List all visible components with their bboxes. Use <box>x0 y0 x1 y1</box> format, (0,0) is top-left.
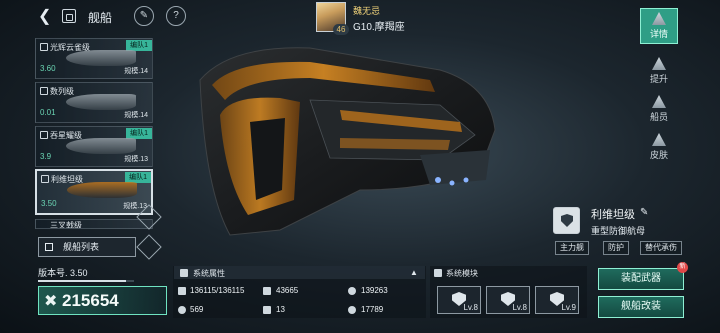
commander-name: 魏无忌 <box>353 6 381 16</box>
module-slot[interactable]: Lv.8 <box>486 286 530 314</box>
modules-icon <box>434 269 442 277</box>
version-progress-bar <box>38 280 134 282</box>
ship-card-scale: 规模.14 <box>124 68 148 75</box>
attributes-title: 系统属性 <box>193 269 225 278</box>
module-slot[interactable]: Lv.8 <box>437 286 481 314</box>
ship-thumbnail <box>66 138 136 154</box>
attribute-value: 17789 <box>361 305 384 314</box>
back-arrow-icon[interactable]: ❮ <box>38 8 58 26</box>
ship-model[interactable] <box>190 40 510 240</box>
ship-card-name: 数列级 <box>50 87 74 96</box>
question-icon[interactable]: ? <box>166 6 186 26</box>
ship-class: 重型防御航母 <box>591 226 646 236</box>
equip-weapons-button[interactable]: 装配武器 <box>598 268 684 290</box>
fleet-ship-card[interactable]: 吞星耀级 编队1 3.9 规模.13 <box>35 126 153 167</box>
commander-position: G10.摩羯座 <box>353 22 405 33</box>
tab-crew[interactable]: 船员 <box>640 92 678 128</box>
commander-level-badge: 46 <box>333 24 349 35</box>
grid-icon <box>263 306 271 314</box>
speed-icon <box>178 306 186 314</box>
combat-power-value: 215654 <box>62 291 119 310</box>
ship-type-icon <box>40 87 48 95</box>
grid-icon <box>45 243 53 251</box>
module-slot[interactable]: Lv.9 <box>535 286 579 314</box>
home-icon[interactable] <box>62 9 76 23</box>
fleet-ship-card[interactable]: 数列级 0.01 规模.14 <box>35 82 153 123</box>
tab-upgrade[interactable]: 提升 <box>640 54 678 90</box>
attribute-value: 569 <box>190 305 204 314</box>
hull-icon <box>178 287 186 295</box>
detail-icon <box>652 12 666 25</box>
ship-tag: 主力舰 <box>555 241 589 255</box>
ship-type-icon <box>41 175 49 183</box>
skin-icon <box>652 133 666 146</box>
ship-card-version: 3.60 <box>40 64 56 73</box>
ship-refit-button[interactable]: 舰船改装 <box>598 296 684 318</box>
shield-icon <box>348 287 356 295</box>
expand-icon[interactable]: ▲ <box>410 268 418 277</box>
version-label: 版本号. 3.50 <box>38 268 88 278</box>
fleet-ship-card[interactable]: 光辉云雀级 编队1 3.60 规模.14 <box>35 38 153 79</box>
fleet-compare-icon[interactable] <box>136 234 162 260</box>
attribute-value: 13 <box>276 305 285 314</box>
fleet-ship-card-selected[interactable]: 利维坦级 编队1 3.50 规模.13 <box>35 169 153 215</box>
ship-card-scale: 规模.14 <box>124 112 148 119</box>
ship-type-icon <box>40 43 48 51</box>
upgrade-icon <box>652 57 666 70</box>
fleet-ship-card[interactable]: 三叉戟级 <box>35 219 153 229</box>
ship-tag: 防护 <box>603 241 629 255</box>
tab-details[interactable]: 详情 <box>640 8 678 44</box>
crossed-swords-icon: ✖ <box>44 293 58 310</box>
attributes-icon <box>180 269 188 277</box>
attribute-value: 43665 <box>276 286 299 295</box>
ship-card-name: 三叉戟级 <box>50 221 82 229</box>
ship-card-version: 3.9 <box>40 152 52 161</box>
attribute-value: 136115/136115 <box>190 286 245 295</box>
attribute-value: 139263 <box>361 286 388 295</box>
modules-title: 系统模块 <box>446 269 478 278</box>
ship-thumbnail <box>67 182 137 198</box>
pencil-icon[interactable]: ✎ <box>640 207 648 218</box>
ship-type-icon <box>40 131 48 139</box>
target-icon <box>348 306 356 314</box>
ship-thumbnail <box>66 94 136 110</box>
armor-icon <box>263 287 271 295</box>
wrench-icon[interactable]: ✎ <box>134 6 154 26</box>
ship-card-version: 3.50 <box>41 199 57 208</box>
ship-card-scale: 规模.13 <box>124 156 148 163</box>
ship-tag: 替代承伤 <box>640 241 682 255</box>
page-title: 舰船 <box>88 11 113 25</box>
ship-class-shield-icon <box>553 207 580 234</box>
crew-icon <box>652 95 666 108</box>
ship-card-version: 0.01 <box>40 108 56 117</box>
new-badge: 新 <box>677 262 688 273</box>
ship-thumbnail <box>66 50 136 66</box>
ship-name: 利维坦级 <box>591 209 635 221</box>
fleet-list-button[interactable]: 舰船列表 <box>38 237 136 257</box>
tab-skin[interactable]: 皮肤 <box>640 130 678 166</box>
